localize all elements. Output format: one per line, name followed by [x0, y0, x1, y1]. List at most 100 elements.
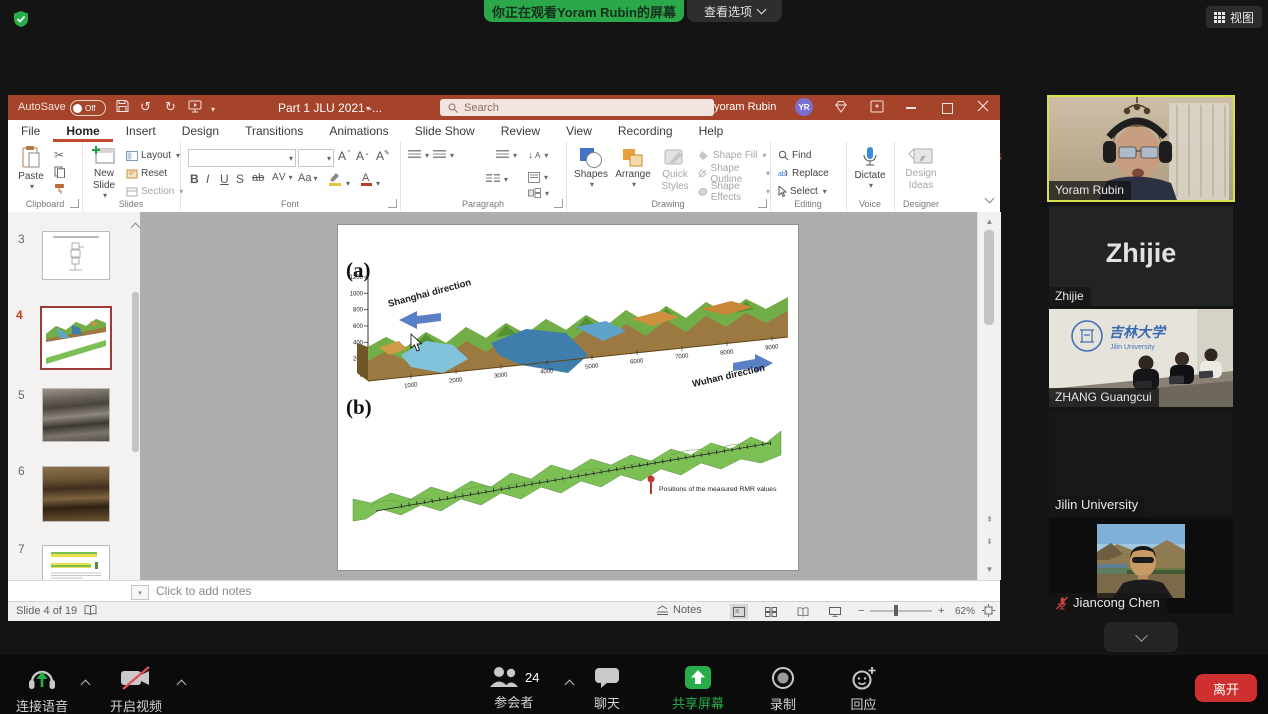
account-name[interactable]: yoram Rubin	[714, 101, 776, 113]
zoom-slider-thumb[interactable]	[894, 605, 898, 616]
notes-placeholder[interactable]: Click to add notes	[156, 584, 251, 598]
thumbnail-slide-4[interactable]	[40, 306, 112, 370]
tab-recording[interactable]: Recording	[605, 120, 686, 142]
clear-formatting-button[interactable]: A✎	[376, 149, 390, 163]
slideshow-view-button[interactable]	[826, 604, 844, 619]
text-direction-button[interactable]: ↓A▾	[528, 150, 548, 161]
tab-animations[interactable]: Animations	[316, 120, 401, 142]
clipboard-dialog-launcher[interactable]	[70, 199, 79, 208]
tab-insert[interactable]: Insert	[113, 120, 169, 142]
highlight-color-button[interactable]: ▾	[328, 171, 350, 189]
participant-tile-zhijie[interactable]: Zhijie Zhijie	[1049, 206, 1233, 306]
undo-button[interactable]: ↺	[140, 99, 151, 115]
convert-smartart-button[interactable]: ▾	[528, 188, 549, 198]
slide-4-editing-area[interactable]: (a) 1200 1000 800 600 400 200	[338, 225, 798, 570]
shadow-button[interactable]: S	[236, 172, 244, 186]
gallery-collapse-button[interactable]	[1104, 622, 1178, 652]
thumbnail-slide-5[interactable]	[42, 388, 110, 442]
zoom-in-button[interactable]: +	[938, 605, 944, 617]
panel-collapse-icon[interactable]	[131, 223, 141, 233]
chat-button[interactable]: 聊天	[593, 665, 621, 712]
thumbnail-slide-3[interactable]	[42, 231, 110, 280]
start-video-button[interactable]: 开启视频	[110, 665, 162, 714]
zoom-slider-track[interactable]	[870, 610, 932, 612]
slide-scrollbar[interactable]: ▲ ⇞ ⇟ ▼	[977, 212, 1001, 580]
fit-to-window-button[interactable]	[982, 604, 995, 620]
quick-styles-button[interactable]: Quick Styles	[656, 147, 694, 192]
previous-slide-button[interactable]: ⇞	[978, 512, 1001, 526]
reactions-button[interactable]: 回应	[850, 665, 877, 713]
cut-icon[interactable]: ✂	[54, 148, 64, 162]
change-case-button[interactable]: Aa▾	[298, 172, 317, 184]
zoom-out-button[interactable]: −	[858, 605, 864, 617]
replace-button[interactable]: ab Replace	[778, 166, 829, 181]
paragraph-dialog-launcher[interactable]	[554, 199, 563, 208]
shapes-button[interactable]: Shapes▾	[572, 147, 610, 189]
tab-home[interactable]: Home	[53, 120, 112, 142]
ribbon-options-icon[interactable]	[834, 100, 848, 117]
underline-button[interactable]: U	[220, 172, 229, 186]
italic-button[interactable]: I	[206, 172, 209, 186]
select-button[interactable]: Select▾	[778, 184, 827, 199]
accessibility-book-icon[interactable]	[84, 604, 97, 620]
notes-toggle-button[interactable]: Notes	[656, 604, 702, 616]
autosave-toggle[interactable]: Off	[70, 100, 106, 116]
participants-caret[interactable]	[565, 680, 575, 690]
strikethrough-button[interactable]: ab	[252, 172, 264, 184]
start-slideshow-button[interactable]	[188, 99, 202, 116]
section-button[interactable]: Section▾	[126, 184, 183, 199]
reset-button[interactable]: Reset	[126, 166, 167, 181]
ribbon-display-icon[interactable]	[870, 100, 884, 116]
scroll-up-arrow[interactable]: ▲	[978, 214, 1001, 228]
join-audio-button[interactable]: 连接语音	[16, 665, 68, 714]
panel-scrollbar-thumb[interactable]	[132, 292, 139, 452]
layout-button[interactable]: Layout▾	[126, 148, 180, 163]
save-button[interactable]	[116, 99, 129, 116]
participants-button[interactable]: 24 参会者	[488, 665, 539, 711]
participant-tile-jilin-university[interactable]: Jilin University	[1049, 410, 1233, 515]
tab-file[interactable]: File	[8, 120, 53, 142]
reading-view-button[interactable]	[794, 604, 812, 619]
paste-button[interactable]: Paste ▾	[14, 146, 48, 191]
bullets-button[interactable]: ▾	[408, 150, 429, 160]
tab-review[interactable]: Review	[488, 120, 553, 142]
font-color-button[interactable]: A▾	[360, 171, 380, 189]
notes-splitter-handle[interactable]: ▾	[131, 585, 149, 600]
shape-effects-button[interactable]: Shape Effects▾	[698, 184, 770, 199]
scrollbar-thumb[interactable]	[984, 230, 994, 325]
next-slide-button[interactable]: ⇟	[978, 534, 1001, 548]
participant-video-zhang-guangcui[interactable]: 吉林大学 Jilin University ZHANG Guangcui	[1049, 309, 1233, 407]
tab-transitions[interactable]: Transitions	[232, 120, 316, 142]
normal-view-button[interactable]	[730, 604, 748, 619]
bold-button[interactable]: B	[190, 172, 199, 186]
notes-pane[interactable]: ▾ Click to add notes	[8, 580, 1000, 602]
shrink-font-button[interactable]: A⌄	[356, 149, 370, 163]
tab-help[interactable]: Help	[686, 120, 737, 142]
scroll-down-arrow[interactable]: ▼	[978, 562, 1001, 576]
format-painter-icon[interactable]	[54, 183, 66, 198]
audio-options-caret[interactable]	[81, 680, 91, 690]
line-spacing-button[interactable]: ▾	[496, 150, 517, 160]
character-spacing-button[interactable]: AV▾	[272, 172, 294, 183]
share-screen-button[interactable]: 共享屏幕	[672, 665, 724, 712]
tab-slideshow[interactable]: Slide Show	[402, 120, 488, 142]
numbering-button[interactable]: ▾	[433, 150, 454, 160]
minimize-button[interactable]	[906, 107, 916, 109]
record-button[interactable]: 录制	[770, 665, 796, 713]
align-text-button[interactable]: ▾	[528, 172, 548, 183]
security-shield-icon[interactable]	[12, 10, 30, 33]
grow-font-button[interactable]: A⌃	[338, 149, 352, 163]
view-options-button[interactable]: 查看选项	[687, 0, 782, 22]
search-input[interactable]: Search	[440, 99, 714, 116]
participant-video-yoram-rubin[interactable]: Yoram Rubin	[1047, 95, 1235, 202]
maximize-button[interactable]	[942, 103, 953, 114]
thumbnail-slide-6[interactable]	[42, 466, 110, 522]
redo-button[interactable]: ↻	[165, 99, 176, 115]
shape-fill-button[interactable]: Shape Fill▾	[698, 148, 766, 163]
columns-button[interactable]: ▾	[486, 174, 508, 184]
shape-outline-button[interactable]: Shape Outline▾	[698, 166, 770, 181]
font-family-select[interactable]: ▾	[188, 149, 296, 167]
slide-sorter-view-button[interactable]	[762, 604, 780, 619]
view-layout-button[interactable]: 视图	[1206, 6, 1262, 28]
font-size-select[interactable]: ▾	[298, 149, 334, 167]
